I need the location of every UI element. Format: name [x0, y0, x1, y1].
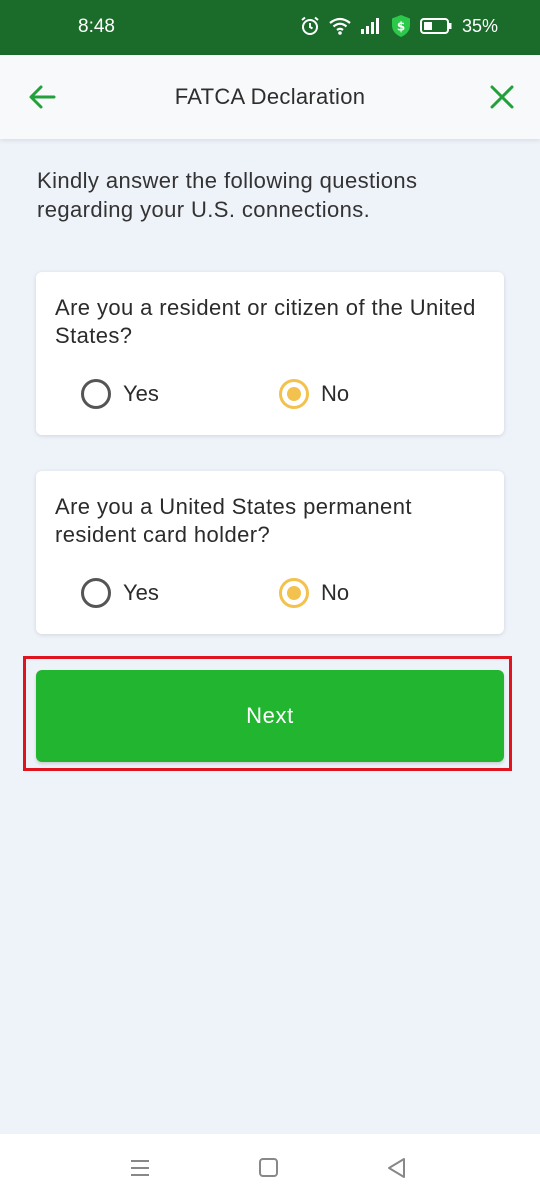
signal-icon: [360, 18, 379, 34]
svg-text:$: $: [397, 20, 405, 34]
menu-icon: [131, 1160, 149, 1176]
radio-label: No: [321, 580, 350, 605]
radio-label: Yes: [123, 580, 159, 605]
radio-unchecked-icon: [81, 578, 111, 608]
radio-label: Yes: [123, 381, 159, 406]
next-button[interactable]: Next: [36, 670, 504, 762]
home-icon: [259, 1158, 278, 1177]
close-icon: [490, 85, 514, 109]
back-triangle-icon: [388, 1158, 405, 1178]
nav-back-button[interactable]: [384, 1156, 412, 1180]
question-card-permanent-resident: Are you a United States permanent reside…: [36, 471, 504, 634]
radio-label: No: [321, 381, 350, 406]
radio-option-no[interactable]: No: [279, 378, 349, 410]
system-nav-bar: [0, 1134, 540, 1200]
shield-dollar-icon: $: [391, 15, 410, 37]
alarm-icon: [301, 16, 319, 35]
wifi-icon: [329, 17, 351, 35]
page-title: FATCA Declaration: [174, 84, 366, 109]
radio-option-no[interactable]: No: [279, 577, 349, 609]
radio-option-yes[interactable]: Yes: [81, 378, 159, 410]
status-time: 8:48: [78, 16, 115, 37]
radio-option-yes[interactable]: Yes: [81, 577, 159, 609]
question-card-resident-citizen: Are you a resident or citizen of the Uni…: [36, 272, 504, 435]
radio-checked-icon: [279, 379, 309, 409]
close-button[interactable]: [486, 81, 518, 113]
radio-unchecked-icon: [81, 379, 111, 409]
radio-checked-icon: [279, 578, 309, 608]
app-header: FATCA Declaration: [0, 55, 540, 139]
nav-menu-button[interactable]: [127, 1156, 155, 1180]
battery-percent: 35%: [461, 15, 498, 36]
question-text: Are you a resident or citizen of the Uni…: [55, 295, 476, 348]
status-icons: $ 35%: [300, 14, 498, 38]
question-text: Are you a United States permanent reside…: [55, 494, 412, 547]
nav-home-button[interactable]: [256, 1156, 284, 1180]
intro-text: Kindly answer the following questions re…: [37, 168, 418, 222]
status-bar: 8:48 $ 35%: [0, 0, 540, 55]
battery-icon: [419, 18, 452, 34]
